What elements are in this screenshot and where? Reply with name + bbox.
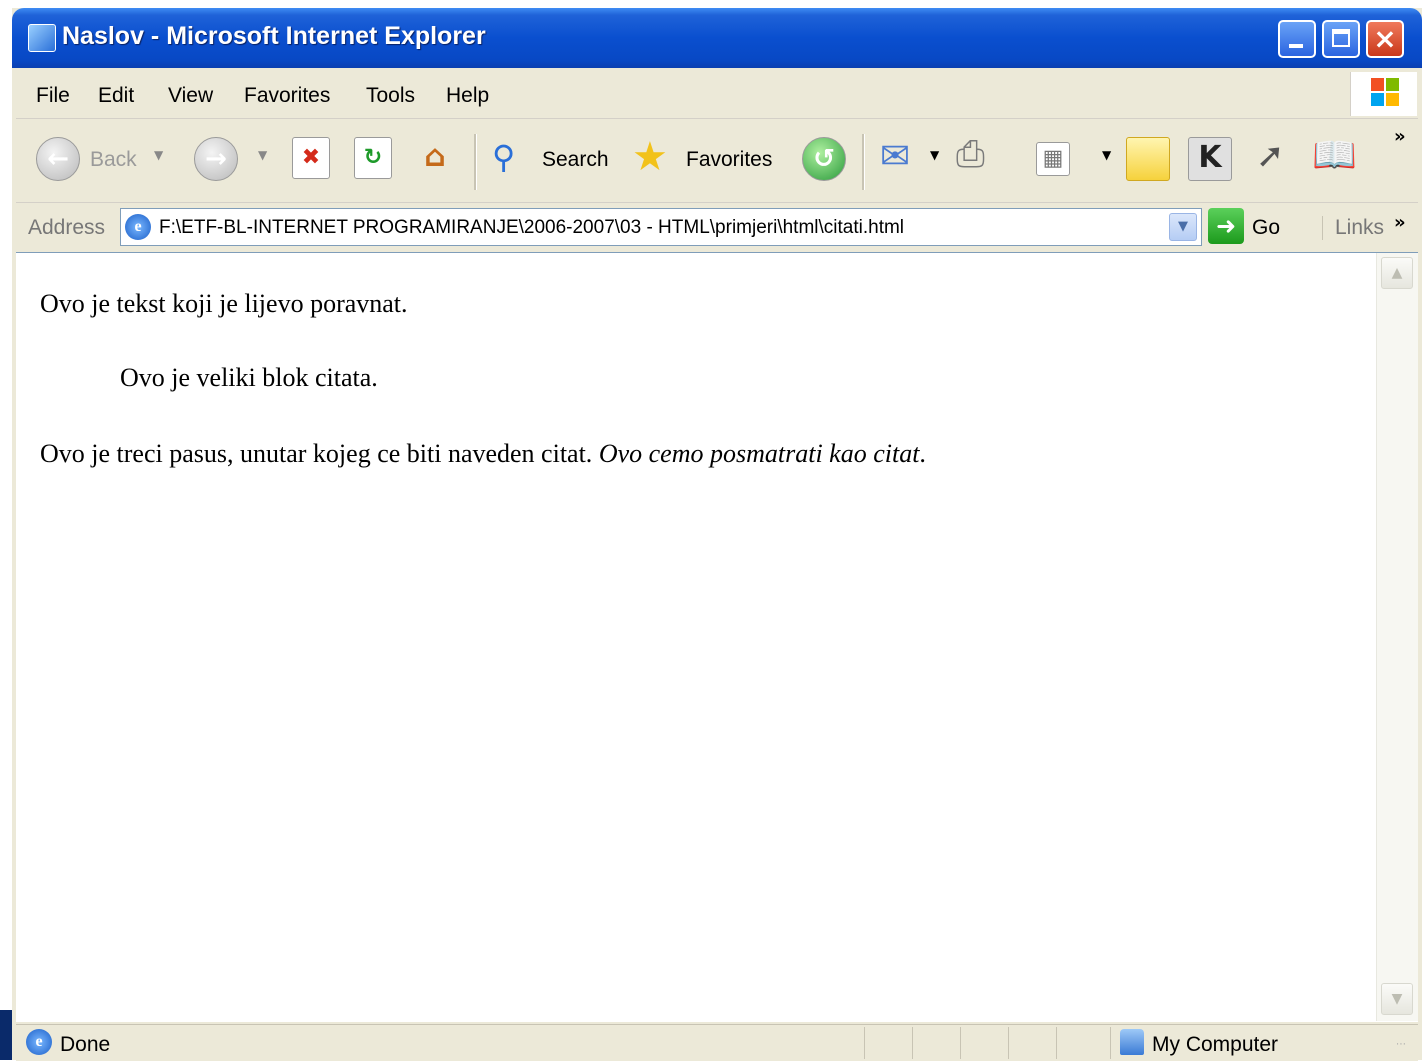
vertical-scrollbar[interactable]: ▲ ▼: [1376, 253, 1418, 1021]
window-title: Naslov - Microsoft Internet Explorer: [62, 22, 486, 50]
my-computer-icon: [1120, 1029, 1144, 1055]
back-arrow-icon[interactable]: ←: [36, 137, 80, 181]
status-pane: [1056, 1027, 1057, 1059]
search-label[interactable]: Search: [542, 148, 609, 172]
status-pane: [912, 1027, 913, 1059]
status-pane: [1008, 1027, 1009, 1059]
menu-tools[interactable]: Tools: [366, 84, 415, 108]
home-icon[interactable]: ⌂: [416, 137, 454, 179]
menu-view[interactable]: View: [168, 84, 213, 108]
address-bar: Address e F:\ETF-BL-INTERNET PROGRAMIRAN…: [16, 204, 1418, 250]
blockquote: Ovo je veliki blok citata.: [120, 363, 378, 392]
status-pane: [960, 1027, 961, 1059]
standard-toolbar: ← Back ▼ → ▼ ✖ ↻ ⌂ ⚲ Search ★ Favorites …: [16, 120, 1418, 203]
scroll-down-icon[interactable]: ▼: [1381, 983, 1413, 1015]
maximize-icon: [1332, 29, 1350, 47]
paragraph-end: .: [919, 439, 926, 468]
k-app-icon[interactable]: K: [1188, 137, 1232, 181]
security-zone: My Computer: [1152, 1033, 1279, 1056]
back-label[interactable]: Back: [90, 148, 137, 172]
status-bar: e Done My Computer ⋯: [16, 1024, 1418, 1061]
toolbar-separator: [862, 134, 865, 190]
stop-icon[interactable]: ✖: [292, 137, 330, 179]
notes-icon[interactable]: [1126, 137, 1170, 181]
windows-logo: [1350, 72, 1417, 116]
status-text: Done: [60, 1033, 111, 1056]
go-arrow-icon[interactable]: ➜: [1208, 208, 1244, 244]
page-viewport: Ovo je tekst koji je lijevo poravnat. Ov…: [16, 252, 1418, 1022]
favorites-label[interactable]: Favorites: [686, 148, 772, 172]
status-pane: [1110, 1027, 1111, 1059]
menu-bar: File Edit View Favorites Tools Help: [16, 70, 1418, 119]
browser-window: Naslov - Microsoft Internet Explorer × F…: [12, 8, 1422, 1061]
paragraph-left-aligned: Ovo je tekst koji je lijevo poravnat.: [40, 289, 408, 318]
page-content: Ovo je tekst koji je lijevo poravnat. Ov…: [16, 253, 1374, 1021]
page-icon: e: [125, 214, 151, 240]
research-icon[interactable]: 📖: [1312, 134, 1357, 176]
maximize-button[interactable]: [1322, 20, 1360, 58]
minimize-icon: [1289, 44, 1303, 48]
toolbar-separator: [474, 134, 477, 190]
address-dropdown-icon[interactable]: ▼: [1169, 213, 1197, 241]
favorites-star-icon[interactable]: ★: [632, 134, 668, 180]
address-url[interactable]: F:\ETF-BL-INTERNET PROGRAMIRANJE\2006-20…: [159, 217, 904, 239]
title-bar: Naslov - Microsoft Internet Explorer ×: [12, 8, 1422, 68]
toolbar-more-chevron[interactable]: »: [1394, 126, 1406, 147]
menu-favorites[interactable]: Favorites: [244, 84, 330, 108]
menu-file[interactable]: File: [36, 84, 70, 108]
close-button[interactable]: ×: [1366, 20, 1404, 58]
refresh-icon[interactable]: ↻: [354, 137, 392, 179]
scroll-up-icon[interactable]: ▲: [1381, 257, 1413, 289]
forward-arrow-icon[interactable]: →: [194, 137, 238, 181]
close-icon: ×: [1373, 22, 1397, 55]
inline-quote: Ovo cemo posmatrati kao citat: [598, 439, 920, 468]
print-icon[interactable]: ⎙: [956, 134, 985, 176]
links-button[interactable]: Links: [1322, 216, 1384, 240]
minimize-button[interactable]: [1278, 20, 1316, 58]
go-button[interactable]: Go: [1252, 216, 1280, 240]
mail-dropdown-icon[interactable]: ▼: [930, 148, 939, 162]
paragraph-text: Ovo je treci pasus, unutar kojeg ce biti…: [40, 439, 593, 468]
back-dropdown-icon[interactable]: ▼: [154, 148, 163, 162]
ie-status-icon: e: [26, 1029, 52, 1055]
menu-help[interactable]: Help: [446, 84, 489, 108]
status-pane: [864, 1027, 865, 1059]
resize-grip-icon[interactable]: ⋯: [1396, 1039, 1406, 1050]
messenger-icon[interactable]: ➚: [1256, 136, 1285, 176]
address-field[interactable]: e F:\ETF-BL-INTERNET PROGRAMIRANJE\2006-…: [120, 208, 1202, 246]
menu-edit[interactable]: Edit: [98, 84, 134, 108]
ie-page-icon: [28, 24, 56, 52]
mail-icon[interactable]: ✉: [880, 136, 910, 177]
search-icon[interactable]: ⚲: [492, 138, 532, 178]
forward-dropdown-icon[interactable]: ▼: [258, 148, 267, 162]
history-icon[interactable]: ↺: [802, 137, 846, 181]
address-label: Address: [28, 216, 106, 239]
edit-page-icon[interactable]: ▦: [1036, 142, 1070, 176]
windows-flag-icon: [1371, 78, 1401, 108]
paragraph-with-quote: Ovo je treci pasus, unutar kojeg ce biti…: [40, 439, 926, 469]
edit-dropdown-icon[interactable]: ▼: [1102, 148, 1111, 162]
links-more-chevron[interactable]: »: [1394, 212, 1406, 233]
